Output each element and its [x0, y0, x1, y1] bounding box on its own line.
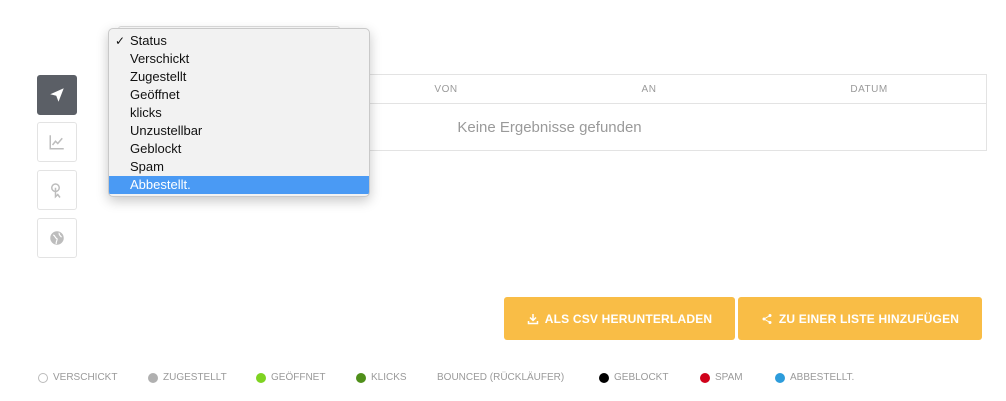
- column-header-von: VON: [434, 84, 458, 95]
- legend-item-zugestellt: ZUGESTELLT: [148, 372, 227, 383]
- dropdown-option-geoeffnet[interactable]: Geöffnet: [109, 86, 369, 104]
- legend-item-klicks: KLICKS: [356, 372, 407, 383]
- legend-item-geblockt: GEBLOCKT: [599, 372, 668, 383]
- dropdown-option-spam[interactable]: Spam: [109, 158, 369, 176]
- legend-item-spam: SPAM: [700, 372, 743, 383]
- legend-item-geoeffnet: GEÖFFNET: [256, 372, 325, 383]
- legend-dot: [599, 372, 609, 383]
- legend-dot: [38, 372, 48, 383]
- status-dropdown-menu[interactable]: ✓ Status Verschickt Zugestellt Geöffnet k…: [108, 28, 370, 197]
- sidebar-item-geo[interactable]: [37, 218, 77, 258]
- legend-dot: [356, 372, 366, 383]
- dropdown-option-verschickt[interactable]: Verschickt: [109, 50, 369, 68]
- legend-item-bounced: BOUNCED (RÜCKLÄUFER): [437, 372, 565, 383]
- legend-item-abbestellt: ABBESTELLT.: [775, 372, 854, 383]
- paper-plane-icon: [50, 88, 64, 102]
- globe-icon: [50, 231, 64, 245]
- sidebar-item-clicks[interactable]: [37, 170, 77, 210]
- column-header-an: AN: [641, 84, 657, 95]
- add-to-list-button[interactable]: ZU EINER LISTE HINZUFÜGEN: [738, 297, 982, 340]
- chart-line-icon: [49, 135, 64, 150]
- sidebar-item-sent[interactable]: [37, 75, 77, 115]
- download-csv-button[interactable]: ALS CSV HERUNTERLADEN: [504, 297, 735, 340]
- checkmark-icon: ✓: [115, 34, 126, 48]
- click-pointer-icon: [51, 183, 61, 199]
- legend-dot: [148, 372, 158, 383]
- dropdown-option-geblockt[interactable]: Geblockt: [109, 140, 369, 158]
- share-icon: [762, 313, 772, 324]
- legend-item-verschickt: VERSCHICKT: [38, 372, 117, 383]
- legend-dot: [700, 372, 710, 383]
- dropdown-option-klicks[interactable]: klicks: [109, 104, 369, 122]
- legend-dot: [775, 372, 785, 383]
- dropdown-option-abbestellt[interactable]: Abbestellt.: [109, 176, 369, 194]
- dropdown-option-unzustellbar[interactable]: Unzustellbar: [109, 122, 369, 140]
- column-header-datum: DATUM: [850, 84, 888, 95]
- download-icon: [527, 313, 538, 324]
- dropdown-option-status[interactable]: ✓ Status: [109, 32, 369, 50]
- legend-dot: [256, 372, 266, 383]
- dropdown-option-zugestellt[interactable]: Zugestellt: [109, 68, 369, 86]
- sidebar-item-stats[interactable]: [37, 122, 77, 162]
